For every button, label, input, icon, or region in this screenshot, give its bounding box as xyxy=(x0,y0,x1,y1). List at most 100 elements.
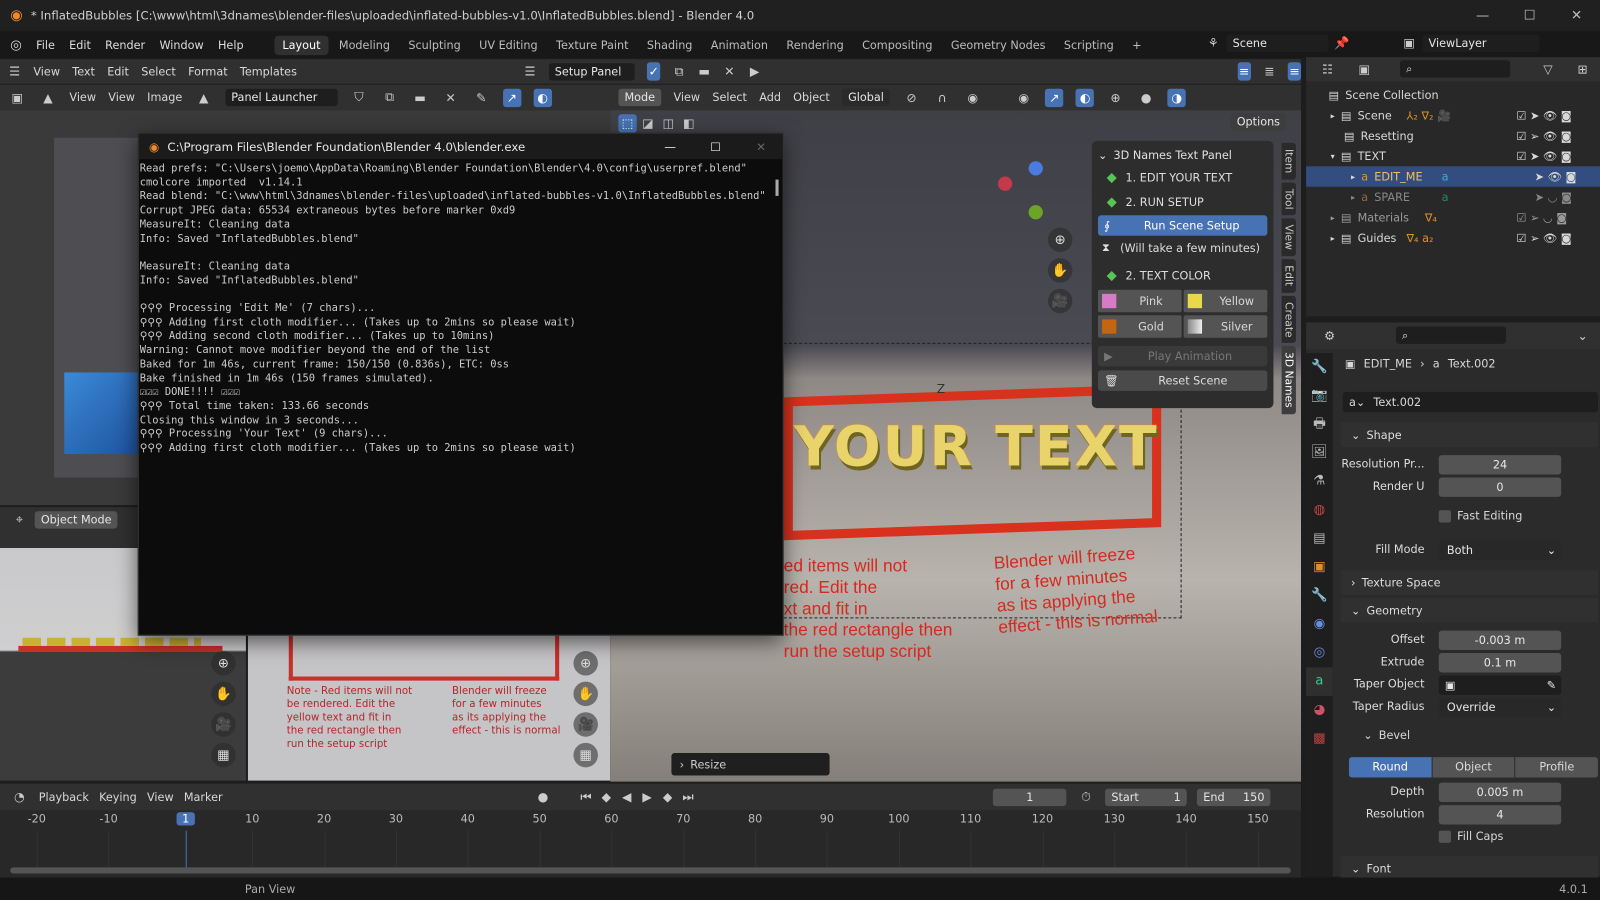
new-collection-icon[interactable]: ⊞ xyxy=(1573,60,1591,78)
minimize-button[interactable]: — xyxy=(1459,0,1506,31)
object-mode-dropdown[interactable]: Object Mode xyxy=(34,510,118,529)
tab-animation[interactable]: Animation xyxy=(703,35,777,54)
row-toggles[interactable]: ➤ 👁 ◙ xyxy=(1535,170,1577,183)
menu-help[interactable]: Help xyxy=(218,38,244,51)
object-tab-icon[interactable]: ▣ xyxy=(1306,553,1333,582)
extrude-field[interactable]: 0.1 m xyxy=(1438,653,1562,673)
tab-shading[interactable]: Shading xyxy=(639,35,701,54)
wireframe-shading-icon[interactable]: ⊕ xyxy=(1106,88,1124,106)
pan-hand-icon[interactable]: ✋ xyxy=(1047,258,1073,283)
tool-tab-icon[interactable]: 🔧 xyxy=(1306,353,1333,382)
zoom-icon[interactable]: ⊕ xyxy=(1047,227,1073,253)
unlink-text-icon[interactable]: ✕ xyxy=(723,62,736,80)
auto-key-icon[interactable]: ● xyxy=(534,788,552,806)
pan-hand-icon[interactable]: ✋ xyxy=(211,681,236,707)
3d-text-object[interactable]: YOUR TEXT xyxy=(794,414,1159,478)
timeline-type-icon[interactable]: ◔ xyxy=(10,788,28,806)
start-frame-field[interactable]: Start 1 xyxy=(1105,788,1187,806)
console-minimize-button[interactable]: — xyxy=(664,139,676,153)
maximize-button[interactable]: ☐ xyxy=(1506,0,1553,31)
reset-scene-button[interactable]: 🗑 Reset Scene xyxy=(1097,370,1268,391)
new-text-icon[interactable]: ⧉ xyxy=(673,62,686,80)
offset-field[interactable]: -0.003 m xyxy=(1438,630,1562,650)
console-maximize-button[interactable]: ☐ xyxy=(710,139,721,153)
gizmo-y-axis[interactable] xyxy=(1028,205,1043,220)
filter-icon[interactable]: ▽ xyxy=(1539,60,1557,78)
text-menu-text[interactable]: Text xyxy=(72,65,95,78)
run-scene-setup-button[interactable]: ∮ Run Scene Setup xyxy=(1097,215,1268,236)
image-view-icon[interactable]: ▲ xyxy=(39,88,57,106)
overlay-toggle-icon[interactable]: ◐ xyxy=(533,88,552,107)
editor-type-image-icon[interactable]: ▣ xyxy=(8,88,26,106)
tab-edit[interactable]: Edit xyxy=(1281,259,1296,293)
material-shading-icon[interactable]: ◑ xyxy=(1167,88,1186,107)
timeline-ruler[interactable]: -20 -10 1 10 20 30 40 50 60 70 80 90 100 110 120 130 140… xyxy=(0,810,1301,872)
datablock-selector[interactable]: a⌄ Text.002 xyxy=(1342,391,1598,413)
texture-tab-icon[interactable]: ▩ xyxy=(1306,724,1333,753)
timeline-view-menu[interactable]: View xyxy=(147,790,174,803)
outliner-row-scene[interactable]: ▸ ▤ Scene ⅄₂ ∇₂ 🎥 ☑ ➤ 👁 ◙ xyxy=(1306,105,1600,125)
taper-radius-dropdown[interactable]: Override ⌄ xyxy=(1438,697,1562,718)
outliner-root[interactable]: ▤ Scene Collection xyxy=(1306,85,1600,105)
scene-field[interactable]: Scene xyxy=(1226,34,1329,52)
options-dropdown[interactable]: Options xyxy=(1230,113,1287,131)
depth-field[interactable]: 0.005 m xyxy=(1438,782,1562,803)
menu-render[interactable]: Render xyxy=(105,38,145,51)
viewport-menu-object[interactable]: Object xyxy=(793,91,830,104)
menu-window[interactable]: Window xyxy=(159,38,203,51)
scene-icon[interactable]: ⚘ xyxy=(1204,34,1222,52)
text-menu-format[interactable]: Format xyxy=(188,65,228,78)
tab-3d-names[interactable]: 3D Names xyxy=(1281,346,1296,415)
viewport-menu-add[interactable]: Add xyxy=(759,91,781,104)
play-reverse-icon[interactable]: ◀ xyxy=(618,788,636,806)
image-name-field[interactable]: Panel Launcher xyxy=(225,88,338,107)
text-menu-view[interactable]: View xyxy=(33,65,60,78)
gold-button[interactable]: Gold xyxy=(1097,315,1182,338)
render-u-field[interactable]: 0 xyxy=(1438,477,1562,497)
current-frame-field[interactable]: 1 xyxy=(993,788,1067,806)
viewport-menu-select[interactable]: Select xyxy=(712,91,747,104)
visibility-icon[interactable]: ◉ xyxy=(1015,88,1033,106)
resolution-preview-field[interactable]: 24 xyxy=(1438,455,1562,475)
gizmo-x-axis[interactable] xyxy=(997,176,1013,191)
gizmo-toggle-icon[interactable]: ↗ xyxy=(502,88,522,107)
properties-search-input[interactable]: ⌕ xyxy=(1395,326,1507,344)
image-menu-view[interactable]: View xyxy=(108,91,135,104)
viewport-menu-view[interactable]: View xyxy=(673,91,700,104)
world-tab-icon[interactable]: ◍ xyxy=(1306,496,1333,525)
select-invert-icon[interactable]: ◧ xyxy=(680,114,698,132)
outliner-row-spare[interactable]: ▸ a SPARE a ➤ ◡ ◙ xyxy=(1306,187,1600,207)
fill-caps-checkbox[interactable]: Fill Caps xyxy=(1438,830,1503,843)
transform-orientation-dropdown[interactable]: Global xyxy=(841,88,891,107)
viewport-gizmo-icon[interactable]: ↗ xyxy=(1045,88,1064,107)
panel-header[interactable]: ⌄ 3D Names Text Panel xyxy=(1098,145,1267,165)
timeline-scrollbar[interactable] xyxy=(10,867,1291,874)
properties-type-icon[interactable]: ⚙ xyxy=(1320,327,1338,345)
timeline-tick[interactable]: 1 xyxy=(176,812,195,826)
next-keyframe-icon[interactable]: ◆ xyxy=(658,788,676,806)
proportional-edit-icon[interactable]: ◉ xyxy=(964,88,982,106)
silver-button[interactable]: Silver xyxy=(1183,315,1268,338)
menu-edit[interactable]: Edit xyxy=(69,38,91,51)
tab-geometry-nodes[interactable]: Geometry Nodes xyxy=(943,35,1054,54)
bevel-subsection-header[interactable]: ⌄ Bevel xyxy=(1363,729,1410,742)
play-animation-button[interactable]: ▶ Play Animation xyxy=(1097,345,1268,367)
text-menu-edit[interactable]: Edit xyxy=(107,65,129,78)
resize-operator-panel[interactable]: › Resize xyxy=(671,753,830,776)
tab-modeling[interactable]: Modeling xyxy=(331,35,398,54)
tab-layout[interactable]: Layout xyxy=(274,35,329,55)
view-layer-icon[interactable]: ▣ xyxy=(1400,34,1418,52)
end-frame-field[interactable]: End 150 xyxy=(1197,788,1271,806)
add-workspace-button[interactable]: + xyxy=(1124,35,1150,54)
row-toggles[interactable]: ☑ ➤ 👁 ◙ xyxy=(1516,149,1571,162)
outliner-row-materials[interactable]: ▸ ▤ Materials ∇₄ ☑ ➢ ◡ ◙ xyxy=(1306,207,1600,227)
pin-image-icon[interactable]: ✎ xyxy=(472,88,490,106)
marker-menu[interactable]: Marker xyxy=(184,790,223,803)
console-close-button[interactable]: ✕ xyxy=(756,139,766,153)
tab-uv-editing[interactable]: UV Editing xyxy=(471,35,546,54)
playhead[interactable] xyxy=(185,830,187,872)
tab-scripting[interactable]: Scripting xyxy=(1056,35,1122,54)
tab-texture-paint[interactable]: Texture Paint xyxy=(548,35,637,54)
mode-dropdown[interactable]: Mode xyxy=(618,88,662,107)
tab-view[interactable]: View xyxy=(1281,218,1296,257)
